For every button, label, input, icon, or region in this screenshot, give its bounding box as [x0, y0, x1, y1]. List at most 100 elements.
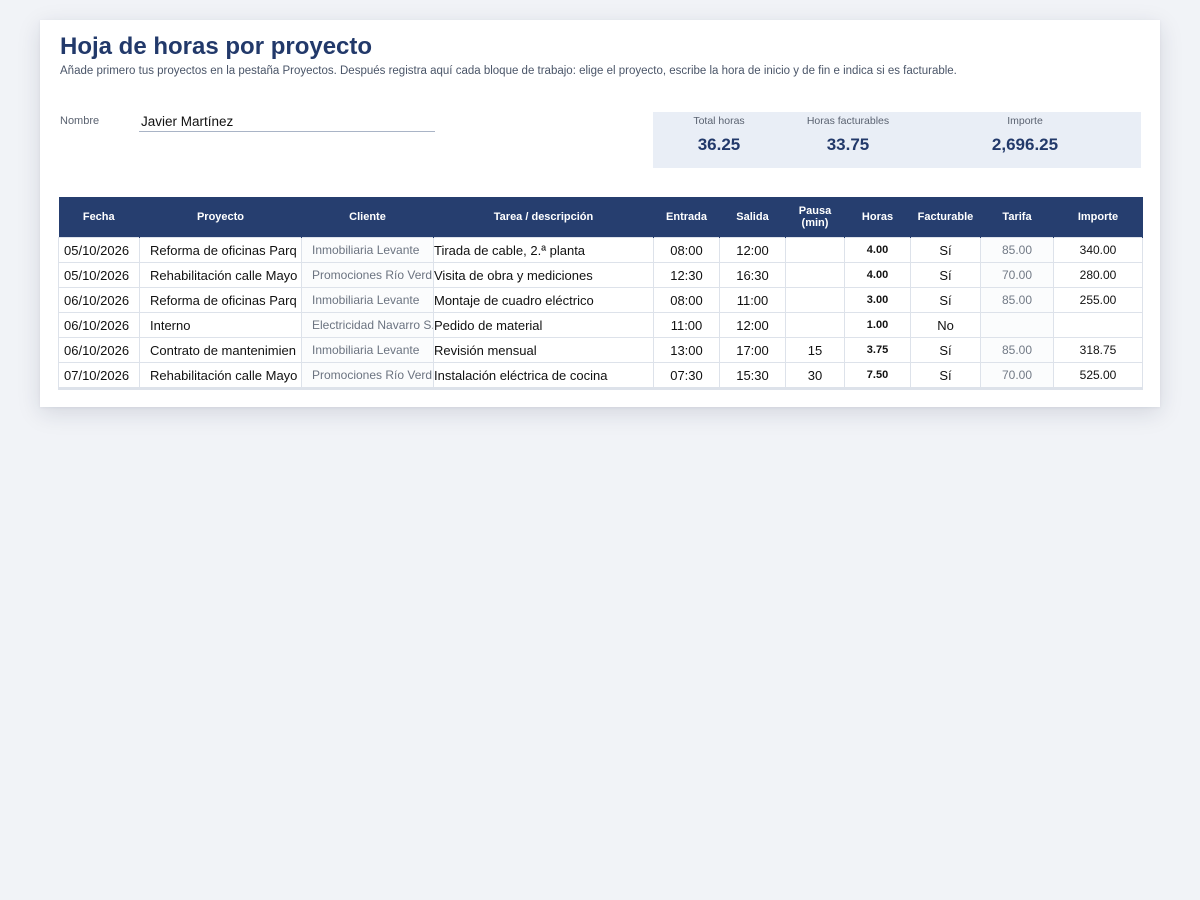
cell-fecha[interactable]: 07/10/2026	[58, 362, 140, 389]
cell-cliente: Inmobiliaria Levante	[301, 237, 434, 263]
column-header-pausa[interactable]: Pausa (min)	[785, 197, 845, 238]
cell-salida[interactable]: 12:00	[719, 312, 786, 338]
column-header-salida[interactable]: Salida	[719, 197, 786, 238]
cell-pausa[interactable]	[785, 262, 845, 288]
cell-horas: 3.00	[844, 287, 911, 313]
cell-salida[interactable]: 17:00	[719, 337, 786, 363]
cell-tarea[interactable]: Visita de obra y mediciones	[433, 262, 654, 288]
cell-pausa[interactable]	[785, 287, 845, 313]
table-row: 05/10/2026 Reforma de oficinas Parq Inmo…	[58, 237, 1143, 263]
timesheet-sheet: Hoja de horas por proyecto Añade primero…	[40, 20, 1160, 407]
cell-proyecto[interactable]: Rehabilitación calle Mayo	[139, 362, 302, 389]
column-header-entrada[interactable]: Entrada	[653, 197, 720, 238]
page-title: Hoja de horas por proyecto	[60, 33, 373, 60]
cell-facturable[interactable]: No	[910, 312, 981, 338]
column-header-cliente[interactable]: Cliente	[301, 197, 434, 238]
cell-facturable[interactable]: Sí	[910, 337, 981, 363]
cell-facturable[interactable]: Sí	[910, 262, 981, 288]
name-field[interactable]	[139, 111, 435, 132]
cell-fecha[interactable]: 05/10/2026	[58, 237, 140, 263]
cell-horas: 1.00	[844, 312, 911, 338]
cell-proyecto[interactable]: Contrato de mantenimien	[139, 337, 302, 363]
table-row: 07/10/2026 Rehabilitación calle Mayo Pro…	[58, 362, 1143, 389]
cell-cliente: Inmobiliaria Levante	[301, 287, 434, 313]
column-header-proyecto[interactable]: Proyecto	[139, 197, 302, 238]
summary-panel: Total horas 36.25 Horas facturables 33.7…	[653, 112, 1141, 168]
amount-value: 2,696.25	[991, 135, 1059, 154]
cell-horas: 4.00	[844, 262, 911, 288]
column-header-facturable[interactable]: Facturable	[910, 197, 981, 238]
cell-tarea[interactable]: Revisión mensual	[433, 337, 654, 363]
cell-cliente: Promociones Río Verd	[301, 262, 434, 288]
cell-salida[interactable]: 15:30	[719, 362, 786, 389]
cell-cliente: Inmobiliaria Levante	[301, 337, 434, 363]
amount-label: Importe	[1007, 115, 1043, 127]
amount-summary: Importe 2,696.25	[975, 112, 1075, 155]
column-header-pausa-line1: Pausa	[798, 205, 832, 217]
total-hours-summary: Total horas 36.25	[669, 112, 769, 155]
table-row: 06/10/2026 Contrato de mantenimien Inmob…	[58, 337, 1143, 363]
cell-proyecto[interactable]: Reforma de oficinas Parq	[139, 287, 302, 313]
cell-fecha[interactable]: 06/10/2026	[58, 337, 140, 363]
cell-cliente: Promociones Río Verd	[301, 362, 434, 389]
name-label: Nombre	[60, 115, 100, 127]
total-hours-label: Total horas	[693, 115, 745, 127]
cell-tarea[interactable]: Instalación eléctrica de cocina	[433, 362, 654, 389]
cell-tarea[interactable]: Montaje de cuadro eléctrico	[433, 287, 654, 313]
table-bottom-edge-cell	[58, 387, 1143, 390]
column-header-tarifa[interactable]: Tarifa	[980, 197, 1054, 238]
cell-tarifa: 85.00	[980, 237, 1054, 263]
cell-entrada[interactable]: 12:30	[653, 262, 720, 288]
table-row: 05/10/2026 Rehabilitación calle Mayo Pro…	[58, 262, 1143, 288]
cell-pausa[interactable]	[785, 312, 845, 338]
cell-pausa[interactable]: 15	[785, 337, 845, 363]
cell-facturable[interactable]: Sí	[910, 287, 981, 313]
billable-hours-summary: Horas facturables 33.75	[787, 112, 909, 155]
cell-tarifa	[980, 312, 1054, 338]
cell-tarifa: 85.00	[980, 337, 1054, 363]
billable-hours-value: 33.75	[826, 135, 870, 154]
column-header-horas[interactable]: Horas	[844, 197, 911, 238]
cell-entrada[interactable]: 08:00	[653, 237, 720, 263]
cell-tarea[interactable]: Pedido de material	[433, 312, 654, 338]
cell-proyecto[interactable]: Reforma de oficinas Parq	[139, 237, 302, 263]
cell-importe: 525.00	[1053, 362, 1143, 389]
cell-pausa[interactable]: 30	[785, 362, 845, 389]
column-header-pausa-line2: (min)	[801, 217, 829, 229]
cell-fecha[interactable]: 06/10/2026	[58, 287, 140, 313]
cell-entrada[interactable]: 07:30	[653, 362, 720, 389]
column-header-fecha[interactable]: Fecha	[58, 197, 140, 238]
cell-horas: 7.50	[844, 362, 911, 389]
column-header-importe[interactable]: Importe	[1053, 197, 1143, 238]
billable-hours-label: Horas facturables	[806, 115, 890, 127]
cell-fecha[interactable]: 06/10/2026	[58, 312, 140, 338]
cell-salida[interactable]: 11:00	[719, 287, 786, 313]
cell-cliente: Electricidad Navarro S.	[301, 312, 434, 338]
timesheet-table: Fecha Proyecto Cliente Tarea / descripci…	[58, 197, 1143, 390]
cell-salida[interactable]: 12:00	[719, 237, 786, 263]
cell-pausa[interactable]	[785, 237, 845, 263]
cell-horas: 4.00	[844, 237, 911, 263]
cell-facturable[interactable]: Sí	[910, 362, 981, 389]
cell-importe: 255.00	[1053, 287, 1143, 313]
cell-facturable[interactable]: Sí	[910, 237, 981, 263]
table-row: 06/10/2026 Interno Electricidad Navarro …	[58, 312, 1143, 338]
cell-fecha[interactable]: 05/10/2026	[58, 262, 140, 288]
cell-horas: 3.75	[844, 337, 911, 363]
cell-salida[interactable]: 16:30	[719, 262, 786, 288]
cell-entrada[interactable]: 11:00	[653, 312, 720, 338]
column-header-tarea[interactable]: Tarea / descripción	[433, 197, 654, 238]
cell-importe: 318.75	[1053, 337, 1143, 363]
cell-proyecto[interactable]: Rehabilitación calle Mayo	[139, 262, 302, 288]
cell-tarifa: 70.00	[980, 262, 1054, 288]
cell-importe: 280.00	[1053, 262, 1143, 288]
total-hours-value: 36.25	[697, 135, 741, 154]
table-row: 06/10/2026 Reforma de oficinas Parq Inmo…	[58, 287, 1143, 313]
cell-proyecto[interactable]: Interno	[139, 312, 302, 338]
cell-entrada[interactable]: 08:00	[653, 287, 720, 313]
cell-tarea[interactable]: Tirada de cable, 2.ª planta	[433, 237, 654, 263]
table-header-row: Fecha Proyecto Cliente Tarea / descripci…	[58, 197, 1143, 238]
table-bottom-edge	[58, 387, 1143, 390]
cell-importe: 340.00	[1053, 237, 1143, 263]
cell-entrada[interactable]: 13:00	[653, 337, 720, 363]
